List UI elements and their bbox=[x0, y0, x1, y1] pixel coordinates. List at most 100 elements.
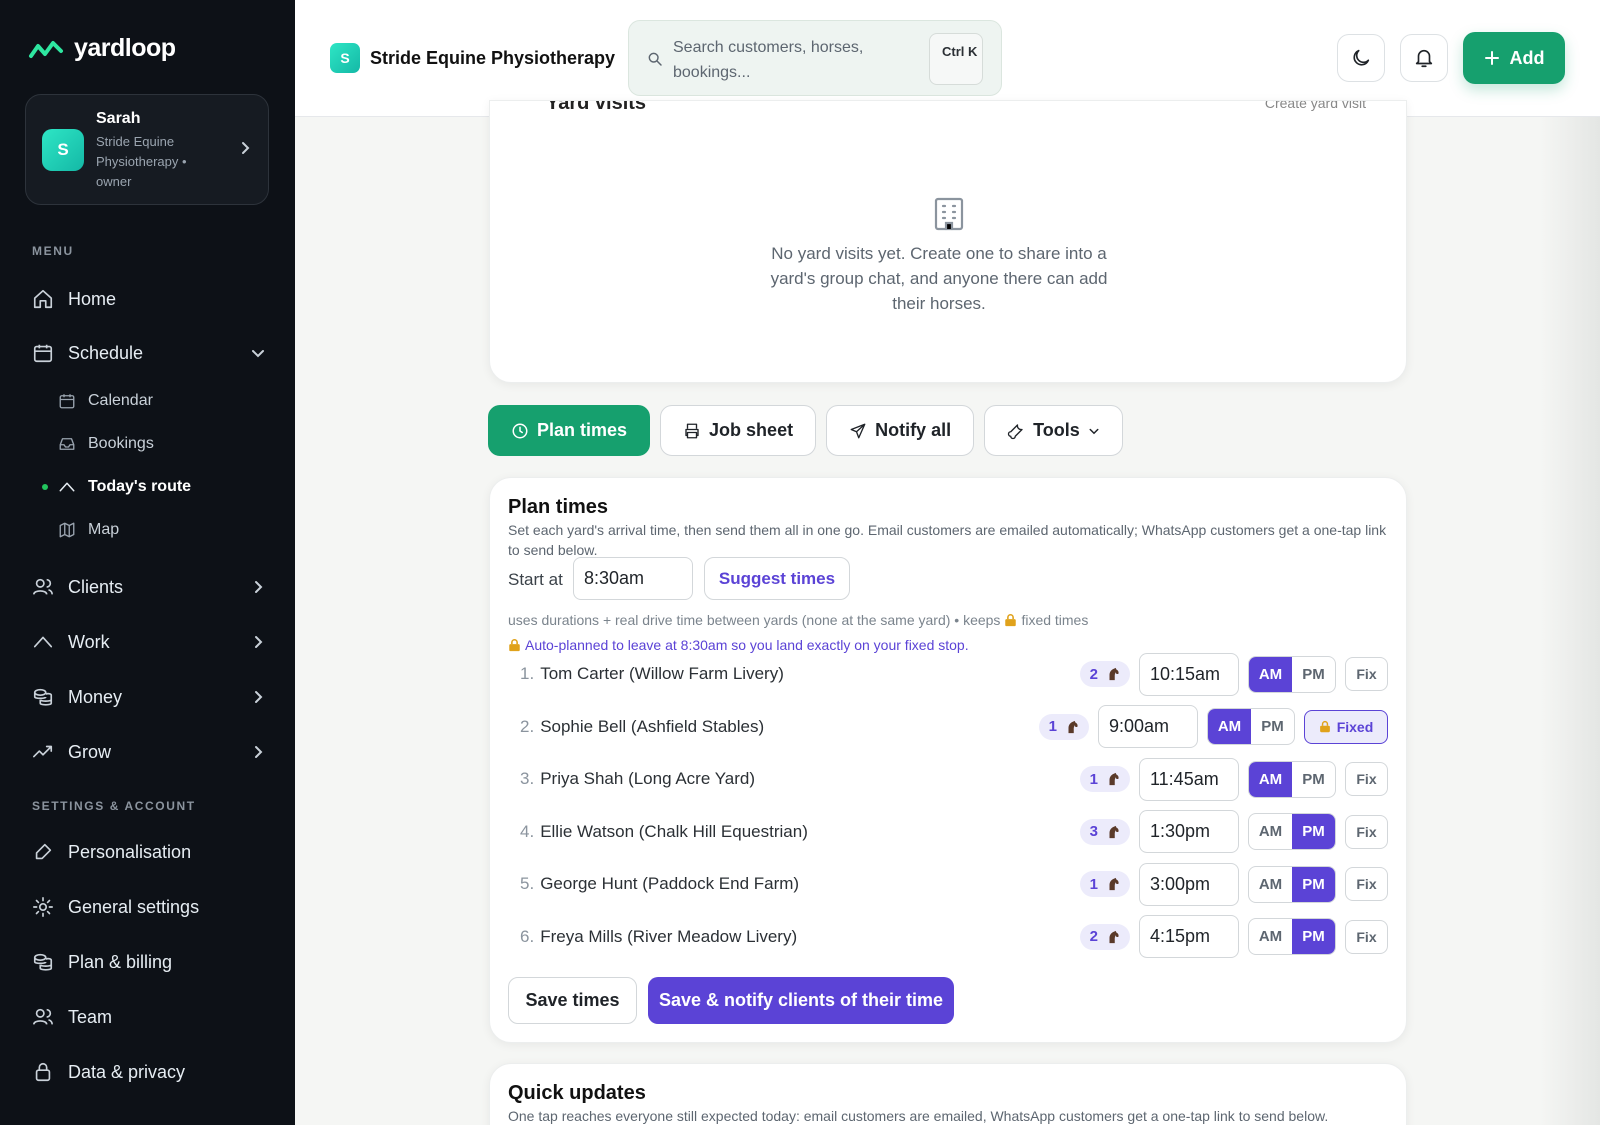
sidebar-item-home[interactable]: Home bbox=[32, 283, 272, 315]
am-option[interactable]: AM bbox=[1208, 709, 1251, 744]
route-row-controls: 3 AMPM Fix bbox=[1079, 810, 1388, 854]
pm-option[interactable]: PM bbox=[1292, 919, 1335, 954]
fix-toggle-button[interactable]: Fix bbox=[1345, 814, 1388, 849]
fix-toggle-button[interactable]: Fix bbox=[1345, 919, 1388, 954]
home-icon bbox=[32, 288, 54, 310]
route-stop-index: 3. bbox=[520, 769, 535, 788]
job-sheet-button[interactable]: Job sheet bbox=[660, 405, 817, 456]
horse-count: 1 bbox=[1048, 718, 1057, 735]
fixed-toggle-button[interactable]: Fixed bbox=[1304, 709, 1388, 744]
plus-icon bbox=[1484, 50, 1500, 66]
pm-option[interactable]: PM bbox=[1292, 866, 1335, 902]
am-option[interactable]: AM bbox=[1249, 919, 1292, 954]
sidebar-sub-bookings[interactable]: Bookings bbox=[58, 430, 154, 458]
route-icon bbox=[32, 631, 54, 653]
search-input[interactable] bbox=[673, 35, 883, 85]
logo-text: yardloop bbox=[74, 34, 176, 62]
pm-option[interactable]: PM bbox=[1292, 657, 1335, 692]
arrival-time-input[interactable] bbox=[1098, 705, 1198, 748]
sidebar-item-personalisation[interactable]: Personalisation bbox=[32, 836, 272, 868]
sidebar-sub-map[interactable]: Map bbox=[58, 516, 119, 544]
fix-toggle-button[interactable]: Fix bbox=[1345, 657, 1388, 691]
plan-times-label: Plan times bbox=[537, 420, 628, 440]
route-stop-label: 3. Priya Shah (Long Acre Yard) bbox=[520, 769, 755, 789]
coins-icon bbox=[32, 951, 54, 973]
am-option[interactable]: AM bbox=[1249, 867, 1292, 902]
account-switcher[interactable]: S Sarah Stride Equine Physiotherapy • ow… bbox=[25, 94, 269, 205]
arrival-time-input[interactable] bbox=[1139, 652, 1239, 696]
route-stop-name: Tom Carter (Willow Farm Livery) bbox=[540, 664, 784, 683]
fix-toggle-button[interactable]: Fix bbox=[1345, 762, 1388, 796]
am-pm-toggle: AM PM bbox=[1207, 708, 1295, 745]
notify-all-button[interactable]: Notify all bbox=[826, 405, 975, 456]
search-box[interactable]: Ctrl K bbox=[628, 20, 1002, 96]
scroll-shade bbox=[1540, 117, 1600, 1125]
map-icon bbox=[58, 521, 76, 539]
theme-toggle-button[interactable] bbox=[1337, 34, 1385, 82]
plan-times-description: Set each yard's arrival time, then send … bbox=[508, 522, 1387, 558]
start-time-input[interactable] bbox=[573, 557, 693, 600]
sidebar-item-schedule[interactable]: Schedule bbox=[32, 337, 272, 369]
sidebar-item-money[interactable]: Money bbox=[32, 681, 272, 713]
planning-note-text-2: fixed times bbox=[1021, 612, 1089, 628]
planning-note: uses durations + real drive time between… bbox=[508, 612, 1088, 628]
pm-option[interactable]: PM bbox=[1292, 762, 1335, 797]
am-option[interactable]: AM bbox=[1249, 656, 1292, 692]
add-button[interactable]: Add bbox=[1463, 32, 1565, 84]
notifications-button[interactable] bbox=[1400, 34, 1448, 82]
business-brand[interactable]: S Stride Equine Physiotherapy bbox=[330, 43, 615, 73]
sidebar-sub-calendar[interactable]: Calendar bbox=[58, 387, 153, 415]
save-and-notify-button[interactable]: Save & notify clients of their time bbox=[648, 977, 954, 1024]
arrival-time-input[interactable] bbox=[1139, 862, 1239, 906]
settings-section-label: SETTINGS & ACCOUNT bbox=[32, 799, 196, 813]
avatar: S bbox=[42, 129, 84, 171]
route-stop-index: 6. bbox=[520, 926, 535, 946]
save-times-button[interactable]: Save times bbox=[508, 977, 637, 1024]
plan-times-title: Plan times bbox=[508, 496, 609, 518]
horse-count-badge: 1 bbox=[1038, 713, 1089, 740]
suggest-times-button[interactable]: Suggest times bbox=[704, 557, 850, 600]
chevron-right-icon bbox=[240, 141, 250, 155]
logo[interactable]: yardloop bbox=[28, 34, 176, 63]
arrival-time-input[interactable] bbox=[1139, 757, 1239, 801]
am-option[interactable]: AM bbox=[1249, 761, 1292, 797]
users-icon bbox=[32, 1006, 54, 1028]
route-stop-index: 5. bbox=[520, 874, 535, 893]
pm-option[interactable]: PM bbox=[1292, 814, 1335, 849]
sidebar-item-general-settings[interactable]: General settings bbox=[32, 891, 272, 923]
pm-option[interactable]: PM bbox=[1251, 709, 1294, 744]
tools-dropdown[interactable]: Tools bbox=[984, 405, 1123, 456]
route-stop-label: 2. Sophie Bell (Ashfield Stables) bbox=[520, 717, 764, 737]
yard-visits-empty-text: No yard visits yet. Create one to share … bbox=[770, 244, 1108, 313]
lock-icon bbox=[508, 638, 521, 652]
lock-icon bbox=[1004, 613, 1017, 627]
route-row-controls: 2 AMPM Fix bbox=[1079, 915, 1388, 959]
am-option[interactable]: AM bbox=[1249, 814, 1292, 849]
sidebar-sub-label: Today's route bbox=[88, 478, 192, 495]
coins-icon bbox=[32, 686, 54, 708]
horse-count: 1 bbox=[1089, 770, 1098, 788]
sidebar-item-work[interactable]: Work bbox=[32, 626, 272, 658]
fix-toggle-button[interactable]: Fix bbox=[1345, 867, 1388, 901]
sidebar-item-plan-billing[interactable]: Plan & billing bbox=[32, 946, 272, 978]
create-yard-visit-link[interactable]: Create yard visit bbox=[1265, 101, 1366, 113]
route-stop-index: 4. bbox=[520, 821, 535, 841]
bell-icon bbox=[1413, 47, 1435, 69]
sidebar-item-label: Home bbox=[68, 288, 117, 309]
sidebar-sub-label: Calendar bbox=[88, 392, 153, 409]
sidebar-item-team[interactable]: Team bbox=[32, 1001, 272, 1033]
sidebar-sub-label: Bookings bbox=[88, 435, 154, 452]
arrival-time-input[interactable] bbox=[1139, 915, 1239, 958]
horse-count-badge: 2 bbox=[1079, 661, 1130, 687]
sidebar-item-data-privacy[interactable]: Data & privacy bbox=[32, 1056, 272, 1088]
sidebar-sub-todays-route[interactable]: Today's route bbox=[42, 473, 192, 501]
chevron-right-icon bbox=[250, 634, 266, 650]
plan-times-button[interactable]: Plan times bbox=[488, 405, 651, 456]
brush-icon bbox=[32, 841, 54, 863]
sidebar-item-grow[interactable]: Grow bbox=[32, 736, 272, 768]
lock-icon bbox=[32, 1061, 54, 1083]
plan-times-card: Plan times Set each yard's arrival time,… bbox=[489, 477, 1407, 1043]
sidebar-item-clients[interactable]: Clients bbox=[32, 571, 272, 603]
arrival-time-input[interactable] bbox=[1139, 810, 1239, 853]
quick-updates-description: One tap reaches everyone still expected … bbox=[508, 1108, 1329, 1124]
